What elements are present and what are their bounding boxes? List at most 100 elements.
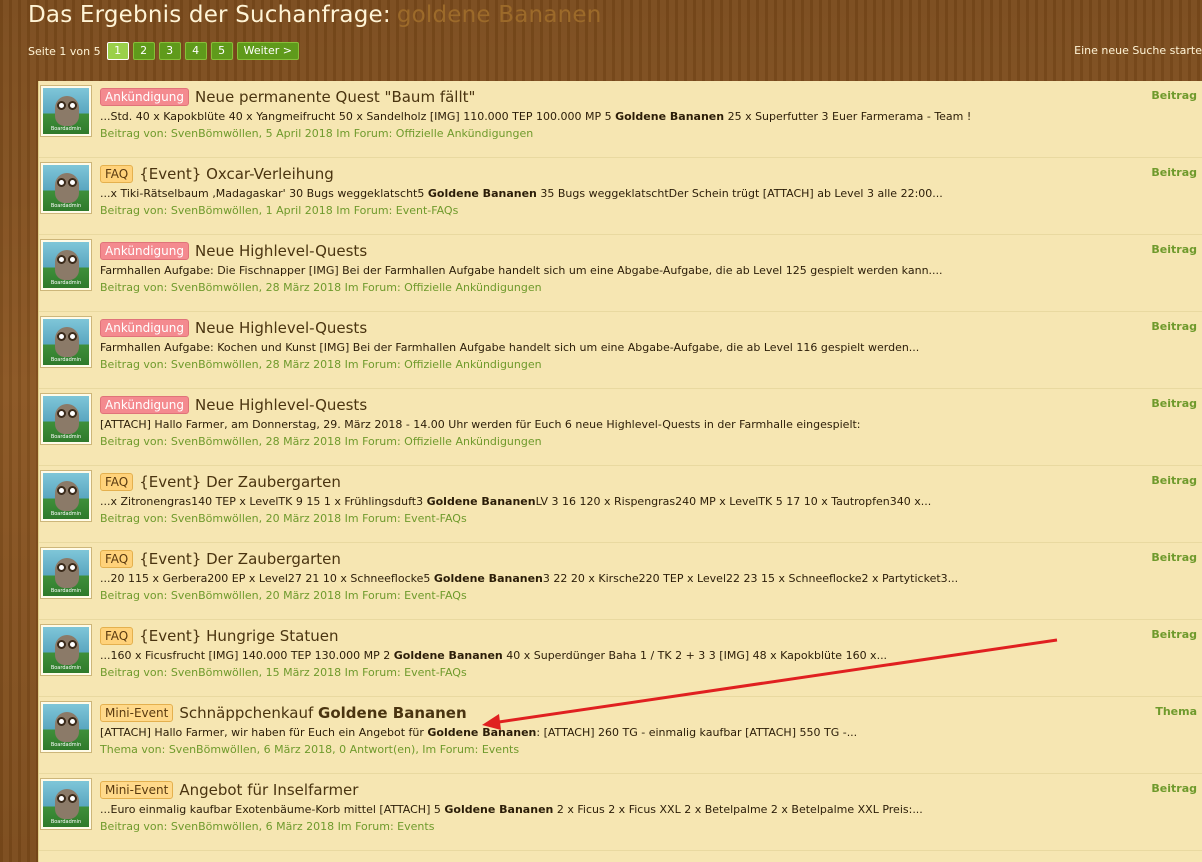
result-title-link[interactable]: {Event} Der Zaubergarten <box>139 473 341 491</box>
page-count-label: Seite 1 von 5 <box>28 44 101 58</box>
page-2-button[interactable]: 2 <box>132 42 155 60</box>
result-title-link[interactable]: Neue Highlevel-Quests <box>195 396 367 414</box>
owl-avatar-icon <box>55 712 79 742</box>
result-type-label: Beitrag <box>1151 89 1197 102</box>
search-result-row: Boardadmin FAQ {Event} Hungrige Statuen … <box>39 620 1202 697</box>
result-title-link[interactable]: Schnäppchenkauf Goldene Bananen <box>179 704 466 722</box>
search-result-row: Boardadmin FAQ {Event} Oxcar-Verleihung … <box>39 158 1202 235</box>
avatar[interactable]: Boardadmin <box>41 240 91 290</box>
prefix-badge: Ankündigung <box>100 88 190 106</box>
avatar[interactable]: Boardadmin <box>41 548 91 598</box>
avatar[interactable]: Boardadmin <box>41 317 91 367</box>
search-query: goldene Bananen <box>396 2 602 28</box>
prefix-badge: Ankündigung <box>100 242 190 260</box>
result-title-line: Ankündigung Neue Highlevel-Quests <box>100 319 367 337</box>
page-4-button[interactable]: 4 <box>184 42 207 60</box>
result-title-link[interactable]: Neue Highlevel-Quests <box>195 242 367 260</box>
avatar-label: Boardadmin <box>50 357 82 363</box>
result-title-link[interactable]: {Event} Der Zaubergarten <box>139 550 341 568</box>
result-type-label: Beitrag <box>1151 166 1197 179</box>
search-result-row: Boardadmin Mini-Event Angebot für Inself… <box>39 774 1202 851</box>
avatar[interactable]: Boardadmin <box>41 163 91 213</box>
result-title-text: Neue Highlevel-Quests <box>195 242 368 260</box>
result-meta[interactable]: Beitrag von: SvenBömwöllen, 15 März 2018… <box>100 666 467 679</box>
result-title-line: FAQ {Event} Oxcar-Verleihung <box>100 165 334 183</box>
avatar-label: Boardadmin <box>50 511 82 517</box>
page-3-button[interactable]: 3 <box>158 42 181 60</box>
result-meta[interactable]: Beitrag von: SvenBömwöllen, 6 März 2018 … <box>100 820 434 833</box>
avatar[interactable]: Boardadmin <box>41 86 91 136</box>
result-type-label: Beitrag <box>1151 628 1197 641</box>
result-title-line: FAQ {Event} Der Zaubergarten <box>100 473 341 491</box>
search-result-row: Boardadmin Ankündigung Neue permanente Q… <box>39 81 1202 158</box>
result-title-link[interactable]: Angebot für Inselfarmer <box>179 781 358 799</box>
results-list: Boardadmin Ankündigung Neue permanente Q… <box>38 81 1202 862</box>
page-1-button[interactable]: 1 <box>106 42 129 60</box>
next-page-button[interactable]: Weiter > <box>236 42 299 60</box>
result-title-link[interactable]: {Event} Hungrige Statuen <box>139 627 338 645</box>
result-meta[interactable]: Beitrag von: SvenBömwöllen, 5 April 2018… <box>100 127 533 140</box>
result-title-link[interactable]: Neue permanente Quest "Baum fällt" <box>195 88 475 106</box>
avatar[interactable]: Boardadmin <box>41 471 91 521</box>
result-type-label: Beitrag <box>1151 474 1197 487</box>
result-meta[interactable]: Thema von: SvenBömwöllen, 6 März 2018, 0… <box>100 743 519 756</box>
search-result-row: Boardadmin Ankündigung Neue Highlevel-Qu… <box>39 312 1202 389</box>
avatar[interactable]: Boardadmin <box>41 625 91 675</box>
result-title-text: Neue Highlevel-Quests <box>195 396 368 414</box>
avatar-label: Boardadmin <box>50 126 82 132</box>
result-meta[interactable]: Beitrag von: SvenBömwöllen, 28 März 2018… <box>100 435 542 448</box>
result-snippet: ...20 115 x Gerbera200 EP x Level27 21 1… <box>100 572 958 585</box>
snippet-highlight: Goldene Bananen <box>433 572 543 585</box>
result-title-highlight: Goldene Bananen <box>318 704 467 722</box>
avatar-label: Boardadmin <box>50 742 82 748</box>
snippet-text: ...x Zitronengras140 TEP x LevelTK 9 15 … <box>100 495 427 508</box>
snippet-text: ...160 x Ficusfrucht [IMG] 140.000 TEP 1… <box>100 649 394 662</box>
result-snippet: Farmhallen Aufgabe: Kochen und Kunst [IM… <box>100 341 919 354</box>
avatar[interactable]: Boardadmin <box>41 779 91 829</box>
snippet-text: ...Std. 40 x Kapokblüte 40 x Yangmeifruc… <box>100 110 616 123</box>
snippet-text: ...x Tiki-Rätselbaum ‚Madagaskar' 30 Bug… <box>100 187 428 200</box>
result-type-label: Thema <box>1155 705 1197 718</box>
owl-avatar-icon <box>55 635 79 665</box>
result-title-link[interactable]: Neue Highlevel-Quests <box>195 319 367 337</box>
result-snippet: ...Std. 40 x Kapokblüte 40 x Yangmeifruc… <box>100 110 971 123</box>
new-search-link[interactable]: Eine neue Suche starte <box>1074 44 1202 57</box>
search-result-row: Boardadmin Mini-Event Schnäppchenkauf Go… <box>39 697 1202 774</box>
result-snippet: ...x Tiki-Rätselbaum ‚Madagaskar' 30 Bug… <box>100 187 943 200</box>
prefix-badge: Mini-Event <box>100 781 174 799</box>
page-5-button[interactable]: 5 <box>210 42 233 60</box>
prefix-badge: Ankündigung <box>100 396 190 414</box>
snippet-text-end: 3 22 20 x Kirsche220 TEP x Level22 23 15… <box>542 572 959 585</box>
prefix-badge: Ankündigung <box>100 319 190 337</box>
result-meta[interactable]: Beitrag von: SvenBömwöllen, 20 März 2018… <box>100 512 467 525</box>
result-title-text: Schnäppchenkauf <box>179 704 319 722</box>
owl-avatar-icon <box>55 404 79 434</box>
prefix-badge: FAQ <box>100 165 134 183</box>
result-snippet: ...160 x Ficusfrucht [IMG] 140.000 TEP 1… <box>100 649 887 662</box>
snippet-text: [ATTACH] Hallo Farmer, wir haben für Euc… <box>100 726 428 739</box>
snippet-text-end: LV 3 16 120 x Rispengras240 MP x LevelTK… <box>535 495 932 508</box>
avatar-label: Boardadmin <box>50 434 82 440</box>
result-title-line: FAQ {Event} Hungrige Statuen <box>100 627 338 645</box>
result-title-link[interactable]: {Event} Oxcar-Verleihung <box>139 165 334 183</box>
search-result-row: Boardadmin Ankündigung Neue Highlevel-Qu… <box>39 235 1202 312</box>
snippet-highlight: Goldene Bananen <box>393 649 503 662</box>
avatar[interactable]: Boardadmin <box>41 702 91 752</box>
snippet-highlight: Goldene Bananen <box>427 187 537 200</box>
result-title-text: {Event} Der Zaubergarten <box>139 473 341 491</box>
result-meta[interactable]: Beitrag von: SvenBömwöllen, 1 April 2018… <box>100 204 458 217</box>
owl-avatar-icon <box>55 250 79 280</box>
result-meta[interactable]: Beitrag von: SvenBömwöllen, 28 März 2018… <box>100 281 542 294</box>
avatar-label: Boardadmin <box>50 280 82 286</box>
result-meta[interactable]: Beitrag von: SvenBömwöllen, 28 März 2018… <box>100 358 542 371</box>
snippet-text: [ATTACH] Hallo Farmer, am Donnerstag, 29… <box>100 418 861 431</box>
snippet-text-end: : [ATTACH] 260 TG - einmalig kaufbar [AT… <box>536 726 858 739</box>
owl-avatar-icon <box>55 789 79 819</box>
snippet-text-end: 40 x Superdünger Baha 1 / TK 2 + 3 3 [IM… <box>502 649 888 662</box>
snippet-text: Farmhallen Aufgabe: Kochen und Kunst [IM… <box>100 341 920 354</box>
result-meta[interactable]: Beitrag von: SvenBömwöllen, 20 März 2018… <box>100 589 467 602</box>
pagination: Seite 1 von 5 1 2 3 4 5 Weiter > <box>28 42 299 60</box>
avatar[interactable]: Boardadmin <box>41 394 91 444</box>
snippet-text: ...20 115 x Gerbera200 EP x Level27 21 1… <box>100 572 434 585</box>
prefix-badge: FAQ <box>100 627 134 645</box>
